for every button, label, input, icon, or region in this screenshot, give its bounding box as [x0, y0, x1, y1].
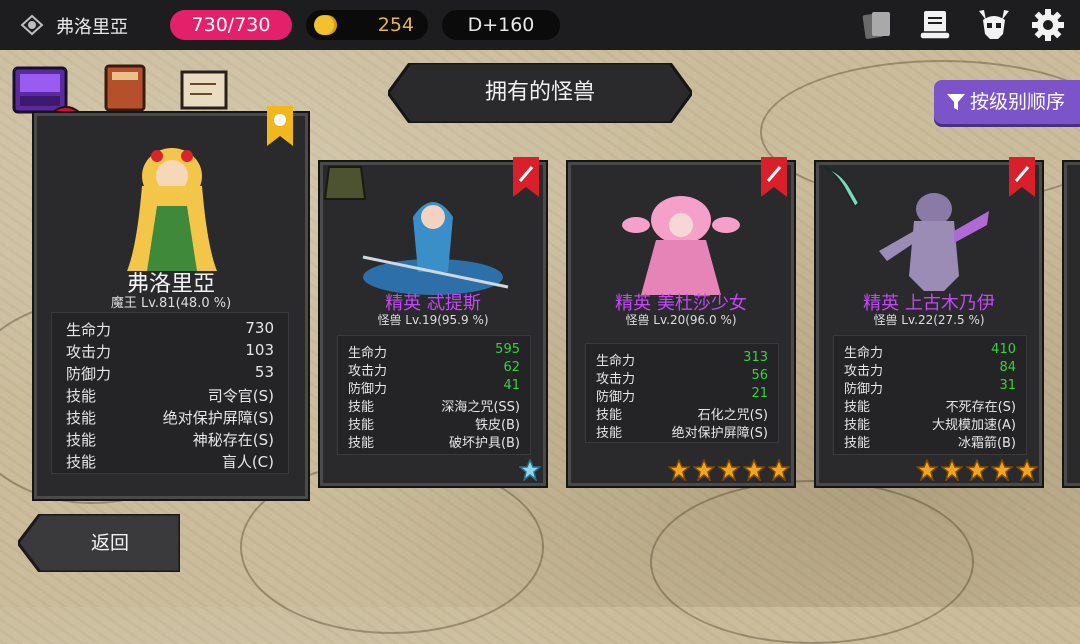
hero-bookmark-icon — [267, 106, 293, 146]
armor-item-icon — [323, 166, 367, 200]
star-icon — [1016, 459, 1038, 481]
player-name: 弗洛里亞 — [56, 17, 128, 38]
monster-stats: 生命力 313 攻击力 56 防御力 21 技能 石化之咒(S) 技能 绝对保护屏障(S) — [585, 343, 779, 443]
hero-portrait — [127, 148, 217, 271]
sort-label: 按级别顺序 — [970, 91, 1066, 113]
star-rating — [913, 459, 1038, 485]
day-counter: D+160 — [442, 10, 560, 40]
back-label: 返回 — [90, 532, 129, 554]
star-icon — [768, 459, 790, 481]
eye-sigil-icon — [20, 14, 44, 36]
star-rating — [665, 459, 790, 485]
cards-icon[interactable] — [860, 8, 896, 42]
monster-card-medusa[interactable]: 精英 美杜莎少女 怪兽 Lv.20(96.0 %) 生命力 313 攻击力 56 防… — [568, 157, 794, 486]
star-icon — [991, 459, 1013, 481]
hero-level: 魔王 Lv.81(48.0 %) — [110, 296, 232, 311]
hero-stats: 生命力 730 攻击力 103 防御力 53 技能 司令官(S) 技能 绝对保护屏障(S)… — [51, 312, 289, 474]
star-icon — [966, 459, 988, 481]
dagger-item-icon — [822, 166, 861, 209]
hp-counter: 730/730 — [170, 10, 292, 40]
sort-by-level-button[interactable]: 按级别顺序 — [934, 80, 1080, 124]
page-title: 拥有的怪兽 — [484, 80, 595, 105]
monster-level: 怪兽 Lv.22(27.5 %) — [873, 313, 985, 327]
thetis-portrait — [362, 202, 509, 295]
back-button[interactable]: 返回 — [16, 512, 182, 574]
monster-card-next-partial[interactable] — [1064, 162, 1080, 486]
attack-bookmark-icon — [513, 157, 539, 197]
monster-card-mummy[interactable]: 精英 上古木乃伊 怪兽 Lv.22(27.5 %) 生命力 410 攻击力 84 防… — [816, 157, 1042, 486]
medusa-portrait — [622, 196, 740, 295]
monster-stats: 生命力 595 攻击力 62 防御力 41 技能 深海之咒(SS) 技能 铁皮(B) 技能… — [337, 335, 531, 455]
title-banner: 拥有的怪兽 — [386, 61, 694, 125]
top-bar: 弗洛里亞 730/730 254 D+160 — [0, 0, 1080, 50]
mummy-portrait — [879, 193, 989, 291]
star-icon — [693, 459, 715, 481]
star-icon — [916, 459, 938, 481]
coin-icon — [314, 15, 334, 35]
attack-bookmark-icon — [1009, 157, 1035, 197]
map-decoration — [650, 480, 974, 644]
monster-stats: 生命力 410 攻击力 84 防御力 31 技能 不死存在(S) 技能 大规模加速(A) … — [833, 335, 1027, 455]
demon-skull-icon[interactable] — [976, 8, 1012, 42]
gold-value: 254 — [377, 14, 414, 36]
scroll-icon[interactable] — [918, 8, 954, 42]
star-icon — [941, 459, 963, 481]
spellbook-icon[interactable] — [100, 60, 152, 116]
scroll-map-icon[interactable] — [176, 64, 232, 116]
hero-card[interactable]: 弗洛里亞 魔王 Lv.81(48.0 %) 生命力 730 攻击力 103 防御力 5… — [34, 106, 308, 499]
star-icon — [718, 459, 740, 481]
star-icon — [668, 459, 690, 481]
gear-icon[interactable] — [1030, 8, 1066, 42]
filter-funnel-icon — [947, 94, 965, 110]
monster-level: 怪兽 Lv.19(95.9 %) — [377, 313, 489, 327]
gold-counter: 254 — [306, 10, 428, 40]
attack-bookmark-icon — [761, 157, 787, 197]
monster-level: 怪兽 Lv.20(96.0 %) — [625, 313, 737, 327]
monster-card-thetis[interactable]: 精英 忒提斯 怪兽 Lv.19(95.9 %) 生命力 595 攻击力 62 防御力… — [320, 157, 546, 486]
star-icon — [743, 459, 765, 481]
blue-crystal-star-icon — [519, 459, 541, 481]
